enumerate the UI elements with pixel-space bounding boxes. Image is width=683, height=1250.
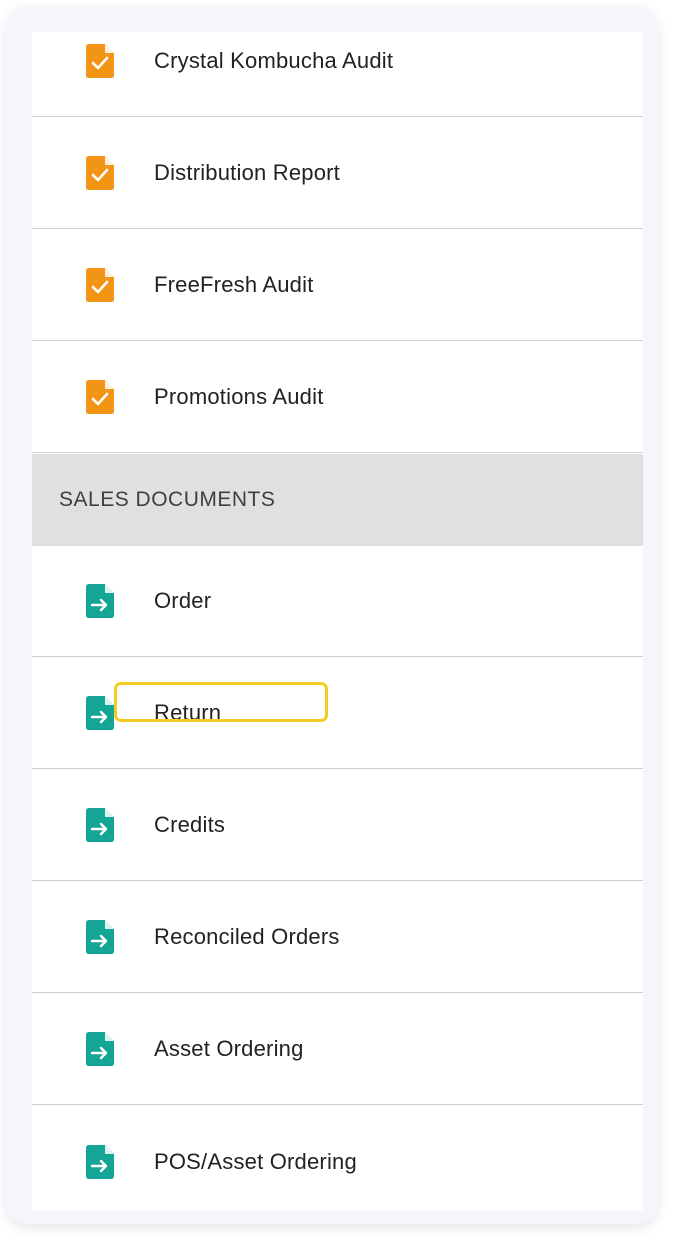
list-item-label: Distribution Report	[154, 160, 340, 185]
list-item-reconciled-orders[interactable]: Reconciled Orders	[32, 882, 643, 993]
list-item-asset-ordering[interactable]: Asset Ordering	[32, 994, 643, 1105]
list-item-crystal-kombucha-audit[interactable]: Crystal Kombucha Audit	[32, 32, 643, 117]
document-arrow-icon	[86, 1032, 114, 1066]
document-arrow-icon	[86, 584, 114, 618]
section-title: SALES DOCUMENTS	[59, 488, 276, 511]
list-item-label: POS/Asset Ordering	[154, 1148, 357, 1174]
document-arrow-icon	[86, 1144, 114, 1179]
document-arrow-icon	[86, 920, 114, 954]
list-item-distribution-report[interactable]: Distribution Report	[32, 118, 643, 229]
list-item-return[interactable]: Return	[32, 658, 643, 769]
list-item-order[interactable]: Order	[32, 546, 643, 657]
list-item-label: Credits	[154, 812, 226, 837]
list-item-label: Order	[154, 588, 212, 613]
checked-document-icon	[86, 156, 114, 190]
list-item-label: Asset Ordering	[154, 1036, 304, 1061]
list-item-label: Promotions Audit	[154, 384, 324, 409]
document-arrow-icon	[86, 808, 114, 842]
list-item-promotions-audit[interactable]: Promotions Audit	[32, 342, 643, 453]
list-item-freefresh-audit[interactable]: FreeFresh Audit	[32, 230, 643, 341]
checked-document-icon	[86, 380, 114, 414]
checked-document-icon	[86, 44, 114, 78]
list-item-credits[interactable]: Credits	[32, 770, 643, 881]
screenshot-frame: Crystal Kombucha Audit Distribution Repo…	[6, 6, 658, 1224]
list-item-label: Crystal Kombucha Audit	[154, 48, 394, 73]
document-list-panel: Crystal Kombucha Audit Distribution Repo…	[32, 32, 643, 1211]
list-item-pos-asset-ordering[interactable]: POS/Asset Ordering	[32, 1106, 643, 1211]
checked-document-icon	[86, 268, 114, 302]
document-arrow-icon	[86, 696, 114, 730]
list-item-label: FreeFresh Audit	[154, 272, 314, 297]
list-item-label: Return	[154, 700, 222, 725]
list-item-label: Reconciled Orders	[154, 924, 340, 949]
section-header-sales-documents: SALES DOCUMENTS	[32, 454, 643, 546]
